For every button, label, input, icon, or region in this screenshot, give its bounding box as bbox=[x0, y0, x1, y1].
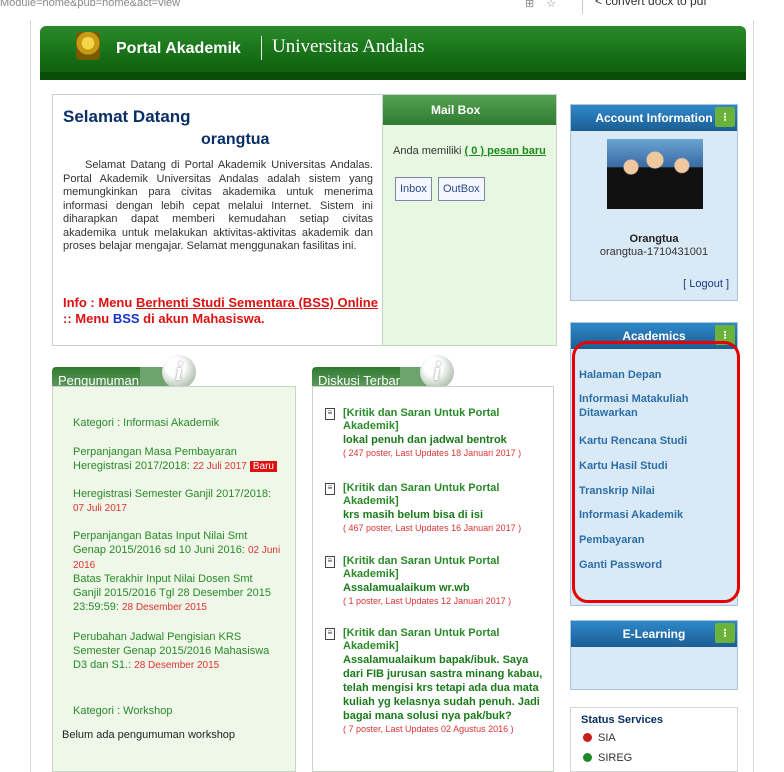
announcement-date: 07 Juli 2017 bbox=[73, 503, 127, 514]
announcement-text[interactable]: Heregistrasi Semester Ganjil 2017/2018: bbox=[73, 488, 271, 500]
header-divider bbox=[261, 36, 262, 60]
account-name: Orangtua bbox=[629, 233, 679, 245]
announcement-item[interactable]: Batas Terakhir Input Nilai Dosen Smt Gan… bbox=[73, 572, 283, 615]
elearning-header: E-Learning ⁝ bbox=[571, 621, 737, 647]
service-name: SIA bbox=[598, 732, 616, 744]
mailbox-panel: Mail Box Anda memiliki ( 0 ) pesan baru … bbox=[382, 94, 557, 346]
post-topic[interactable]: Assalamualaikum bapak/ibuk. Saya dari FI… bbox=[343, 653, 551, 723]
info-icon: i bbox=[420, 355, 454, 389]
status-services-panel: Status Services SIA SIREG bbox=[570, 707, 738, 772]
new-badge: Baru bbox=[249, 461, 277, 472]
welcome-username: orangtua bbox=[201, 131, 270, 148]
status-title: Status Services bbox=[581, 714, 663, 726]
status-dot-icon bbox=[583, 753, 592, 762]
browser-strip: Module=home&pub=home&act=view ⊞☆ < conve… bbox=[0, 0, 784, 20]
star-icon[interactable]: ☆ bbox=[546, 0, 568, 10]
announcements-panel: Kategori : Informasi Akademik Perpanjang… bbox=[52, 386, 296, 772]
post-meta: ( 7 poster, Last Updates 02 Agustus 2016… bbox=[343, 724, 514, 734]
browser-search[interactable]: < convert docx to pdf bbox=[582, 0, 784, 14]
expand-icon[interactable]: ⁝ bbox=[715, 623, 735, 643]
service-sireg: SIREG bbox=[583, 752, 632, 764]
logout-link[interactable]: [ Logout ] bbox=[683, 278, 729, 290]
account-id: orangtua-1710431001 bbox=[599, 246, 709, 258]
toolbar-icons[interactable]: ⊞☆ bbox=[525, 0, 568, 10]
announcement-item[interactable]: Heregistrasi Semester Ganjil 2017/2018: … bbox=[73, 487, 283, 516]
post-meta: ( 1 poster, Last Updates 12 Januari 2017… bbox=[343, 596, 512, 606]
discussion-post[interactable]: ≡ [Kritik dan Saran Untuk Portal Akademi… bbox=[325, 407, 551, 460]
forum-icon: ≡ bbox=[325, 483, 335, 495]
university-name: Universitas Andalas bbox=[272, 36, 425, 57]
announcement-date: 22 Juli 2017 bbox=[192, 461, 247, 472]
post-forum[interactable]: [Kritik dan Saran Untuk Portal Akademik] bbox=[343, 627, 551, 653]
account-panel: Account Information ⁝ Orangtua orangtua-1… bbox=[570, 104, 738, 301]
profile-photo bbox=[607, 139, 703, 209]
status-dot-icon bbox=[583, 733, 592, 742]
post-forum[interactable]: [Kritik dan Saran Untuk Portal Akademik] bbox=[343, 555, 551, 581]
category-workshop: Kategori : Workshop bbox=[73, 705, 173, 717]
elearning-panel: E-Learning ⁝ bbox=[570, 620, 738, 690]
announcement-date: 28 Desember 2015 bbox=[134, 660, 220, 671]
post-forum[interactable]: [Kritik dan Saran Untuk Portal Akademik] bbox=[343, 407, 551, 433]
discussion-post[interactable]: ≡ [Kritik dan Saran Untuk Portal Akademi… bbox=[325, 482, 551, 535]
forum-icon: ≡ bbox=[325, 628, 335, 640]
post-topic[interactable]: lokal penuh dan jadwal bentrok bbox=[343, 433, 551, 447]
info-icon: i bbox=[162, 355, 196, 389]
header-bottom-bar bbox=[40, 72, 746, 80]
account-header: Account Information ⁝ bbox=[571, 105, 737, 131]
welcome-text: Selamat Datang di Portal Akademik Univer… bbox=[63, 159, 373, 252]
bss-online-link[interactable]: Berhenti Studi Sementara (BSS) Online bbox=[136, 295, 378, 310]
portal-title: Portal Akademik bbox=[116, 40, 241, 57]
new-messages-link[interactable]: ( 0 ) pesan baru bbox=[465, 145, 546, 157]
service-name: SIREG bbox=[598, 752, 633, 764]
forum-icon: ≡ bbox=[325, 408, 335, 420]
welcome-heading: Selamat Datang bbox=[63, 107, 191, 126]
announcement-item[interactable]: Perpanjangan Masa Pembayaran Heregistras… bbox=[73, 445, 283, 474]
post-forum[interactable]: [Kritik dan Saran Untuk Portal Akademik] bbox=[343, 482, 551, 508]
search-text: convert docx to pdf bbox=[605, 0, 707, 8]
account-title: Account Information bbox=[595, 111, 713, 125]
university-logo-icon bbox=[76, 32, 100, 60]
announcement-item[interactable]: Perpanjangan Batas Input Nilai Smt Genap… bbox=[73, 529, 283, 573]
discussion-post[interactable]: ≡ [Kritik dan Saran Untuk Portal Akademi… bbox=[325, 555, 551, 608]
announcement-date: 28 Desember 2015 bbox=[121, 602, 207, 613]
discussion-post[interactable]: ≡ [Kritik dan Saran Untuk Portal Akademi… bbox=[325, 627, 551, 736]
forum-icon: ≡ bbox=[325, 556, 335, 568]
welcome-panel: Selamat Datang orangtua Selamat Datang d… bbox=[52, 94, 382, 346]
mailbox-title: Mail Box bbox=[383, 95, 556, 125]
announcement-item[interactable]: Perubahan Jadwal Pengisian KRS Semester … bbox=[73, 630, 283, 673]
service-sia: SIA bbox=[583, 732, 616, 744]
highlight-ring bbox=[572, 341, 740, 603]
post-topic[interactable]: Assalamualaikum wr.wb bbox=[343, 581, 551, 595]
bookmark-icon[interactable]: ⊞ bbox=[525, 0, 546, 10]
mailbox-status: Anda memiliki ( 0 ) pesan baru bbox=[393, 145, 546, 157]
portal-header: Portal Akademik Universitas Andalas bbox=[40, 26, 746, 80]
elearning-title: E-Learning bbox=[622, 627, 686, 641]
inbox-button[interactable]: Inbox bbox=[395, 177, 432, 201]
category-academic: Kategori : Informasi Akademik bbox=[73, 417, 220, 429]
no-workshop-text: Belum ada pengumuman workshop bbox=[62, 729, 236, 741]
post-meta: ( 467 poster, Last Updates 16 Januari 20… bbox=[343, 523, 522, 533]
post-topic[interactable]: krs masih belum bisa di isi bbox=[343, 508, 551, 522]
mailbox-prefix: Anda memiliki bbox=[393, 145, 465, 157]
info-middle: :: Menu bbox=[63, 311, 113, 326]
bss-label: BSS bbox=[112, 311, 140, 326]
discussions-panel: ≡ [Kritik dan Saran Untuk Portal Akademi… bbox=[312, 386, 554, 772]
info-notice: Info : Menu Berhenti Studi Sementara (BS… bbox=[63, 295, 379, 327]
url-text[interactable]: Module=home&pub=home&act=view bbox=[0, 0, 180, 9]
expand-icon[interactable]: ⁝ bbox=[715, 107, 735, 127]
outbox-button[interactable]: OutBox bbox=[438, 177, 485, 201]
announcement-text[interactable]: Perpanjangan Batas Input Nilai Smt Genap… bbox=[73, 530, 247, 556]
info-suffix: di akun Mahasiswa. bbox=[139, 311, 265, 326]
post-meta: ( 247 poster, Last Updates 18 Januari 20… bbox=[343, 448, 522, 458]
info-prefix: Info : Menu bbox=[63, 295, 136, 310]
